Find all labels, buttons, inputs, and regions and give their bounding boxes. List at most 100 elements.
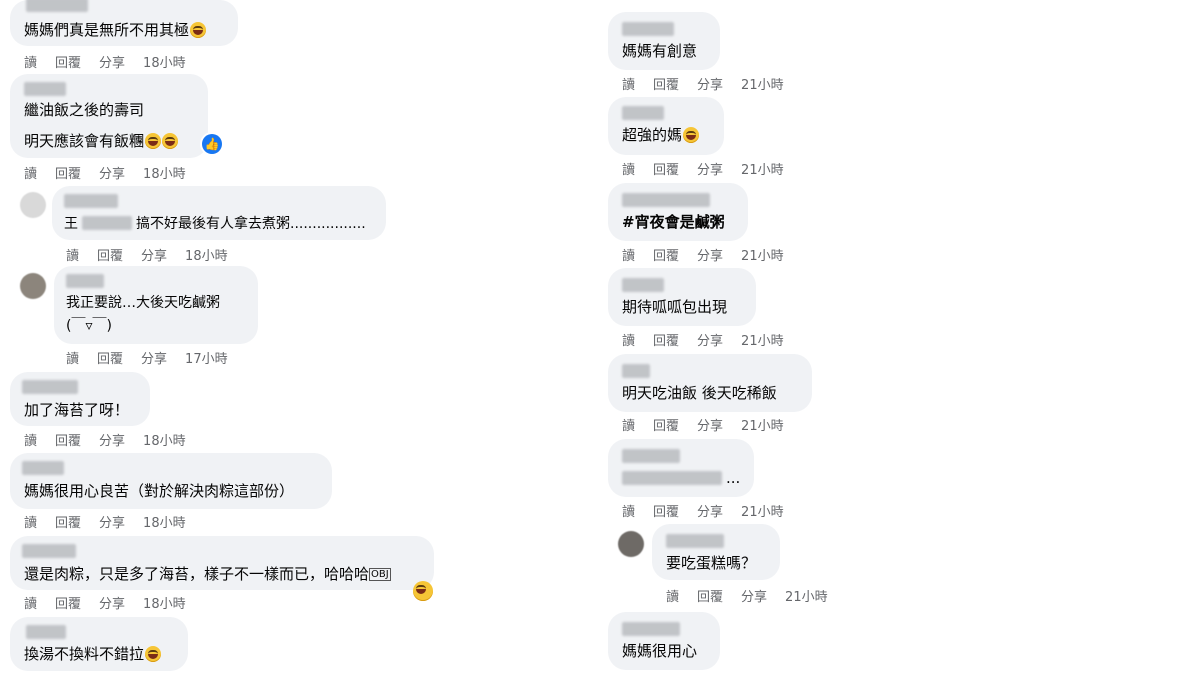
read-button[interactable]: 讀: [622, 245, 635, 264]
reply-button[interactable]: 回覆: [55, 512, 81, 531]
reply-button[interactable]: 回覆: [697, 586, 723, 605]
timestamp: 18小時: [143, 56, 186, 71]
timestamp: 21小時: [785, 590, 828, 605]
laughing-emoji-icon: [162, 133, 179, 149]
share-button[interactable]: 分享: [697, 330, 723, 349]
comment-bubble: ...: [608, 439, 754, 497]
read-button[interactable]: 讀: [24, 593, 37, 612]
blurred-author-name: [622, 278, 664, 292]
comment-text: 媽媽很用心: [622, 642, 698, 660]
hashtag-text[interactable]: #宵夜會是鹹粥: [622, 212, 725, 232]
reply-button[interactable]: 回覆: [653, 159, 679, 178]
share-button[interactable]: 分享: [99, 593, 125, 612]
timestamp: 18小時: [185, 249, 228, 264]
read-button[interactable]: 讀: [622, 159, 635, 178]
timestamp: 21小時: [741, 334, 784, 349]
read-button[interactable]: 讀: [622, 330, 635, 349]
timestamp: 21小時: [741, 419, 784, 434]
comment-actions: 讀 回覆 分享 21小時: [622, 245, 802, 264]
reply-button[interactable]: 回覆: [97, 245, 123, 264]
reply-button[interactable]: 回覆: [55, 593, 81, 612]
timestamp: 21小時: [741, 249, 784, 264]
read-button[interactable]: 讀: [24, 512, 37, 531]
blurred-author-name: [22, 461, 64, 475]
comment-text: 明天應該會有飯糰: [24, 131, 179, 151]
comment-text: 加了海苔了呀！: [24, 401, 130, 419]
blurred-author-name: [622, 193, 710, 207]
comment-bubble: 媽媽有創意: [608, 12, 720, 70]
read-button[interactable]: 讀: [622, 74, 635, 93]
reply-button[interactable]: 回覆: [55, 430, 81, 449]
comment-bubble: 媽媽很用心良苦（對於解決肉粽這部份）: [10, 453, 332, 509]
timestamp: 17小時: [185, 352, 228, 367]
blurred-comment-text: [622, 471, 722, 485]
reply-button[interactable]: 回覆: [97, 348, 123, 367]
comment-bubble: 期待呱呱包出現: [608, 268, 756, 326]
read-button[interactable]: 讀: [622, 415, 635, 434]
comment-bubble: #宵夜會是鹹粥: [608, 183, 748, 241]
blurred-author-name: [666, 534, 724, 548]
comment-actions: 讀 回覆 分享 18小時: [24, 512, 204, 531]
comment-bubble: 還是肉粽，只是多了海苔，樣子不一樣而已，哈哈哈 OBJ: [10, 536, 434, 590]
reply-button[interactable]: 回覆: [653, 245, 679, 264]
comment-bubble: 要吃蛋糕嗎？: [652, 524, 780, 580]
avatar[interactable]: [20, 192, 46, 218]
blurred-author-name: [64, 194, 118, 208]
share-button[interactable]: 分享: [697, 74, 723, 93]
timestamp: 21小時: [741, 505, 784, 520]
blurred-author-name: [622, 449, 680, 463]
timestamp: 18小時: [143, 597, 186, 612]
comment-bubble: 換湯不換料不錯拉: [10, 617, 188, 671]
timestamp: 18小時: [143, 434, 186, 449]
comment-actions: 讀 回覆 分享 18小時: [24, 52, 204, 71]
read-button[interactable]: 讀: [24, 52, 37, 71]
blurred-author-name: [22, 544, 76, 558]
share-button[interactable]: 分享: [99, 163, 125, 182]
reply-button[interactable]: 回覆: [55, 163, 81, 182]
share-button[interactable]: 分享: [141, 245, 167, 264]
share-button[interactable]: 分享: [697, 159, 723, 178]
comment-bubble: 繼油飯之後的壽司 明天應該會有飯糰 👍: [10, 74, 222, 158]
comment-text: 要吃蛋糕嗎？: [666, 554, 757, 572]
comment-actions: 讀 回覆 分享 18小時: [24, 163, 204, 182]
share-button[interactable]: 分享: [99, 430, 125, 449]
share-button[interactable]: 分享: [697, 501, 723, 520]
share-button[interactable]: 分享: [697, 245, 723, 264]
comment-actions: 讀 回覆 分享 21小時: [622, 501, 802, 520]
read-button[interactable]: 讀: [24, 430, 37, 449]
blurred-author-name: [26, 625, 66, 639]
blurred-author-name: [622, 22, 674, 36]
avatar[interactable]: [618, 531, 644, 557]
blurred-author-name: [22, 380, 78, 394]
read-button[interactable]: 讀: [622, 501, 635, 520]
comment-actions: 讀 回覆 分享 21小時: [622, 74, 802, 93]
comment-text: ...: [726, 469, 741, 487]
comment-actions: 讀 回覆 分享 17小時: [66, 348, 246, 367]
comment-actions: 讀 回覆 分享 18小時: [24, 593, 204, 612]
reply-button[interactable]: 回覆: [653, 415, 679, 434]
share-button[interactable]: 分享: [697, 415, 723, 434]
share-button[interactable]: 分享: [741, 586, 767, 605]
comment-text: 我正要說…大後天吃鹹粥: [66, 295, 220, 311]
comment-actions: 讀 回覆 分享 21小時: [666, 586, 846, 605]
read-button[interactable]: 讀: [66, 348, 79, 367]
thumbs-up-icon[interactable]: 👍: [202, 134, 222, 154]
comment-bubble: 超強的媽: [608, 97, 724, 155]
blurred-author-name: [24, 82, 66, 96]
avatar[interactable]: [20, 273, 46, 299]
reply-button[interactable]: 回覆: [653, 501, 679, 520]
share-button[interactable]: 分享: [99, 512, 125, 531]
reply-button[interactable]: 回覆: [55, 52, 81, 71]
comment-bubble: 王搞不好最後有人拿去煮粥.................: [52, 186, 386, 240]
read-button[interactable]: 讀: [66, 245, 79, 264]
share-button[interactable]: 分享: [141, 348, 167, 367]
read-button[interactable]: 讀: [666, 586, 679, 605]
read-button[interactable]: 讀: [24, 163, 37, 182]
comment-actions: 讀 回覆 分享 18小時: [66, 245, 246, 264]
reply-button[interactable]: 回覆: [653, 74, 679, 93]
comment-text: 王搞不好最後有人拿去煮粥.................: [64, 216, 366, 232]
reply-button[interactable]: 回覆: [653, 330, 679, 349]
comment-text: 換湯不換料不錯拉: [24, 644, 162, 664]
timestamp: 18小時: [143, 516, 186, 531]
share-button[interactable]: 分享: [99, 52, 125, 71]
